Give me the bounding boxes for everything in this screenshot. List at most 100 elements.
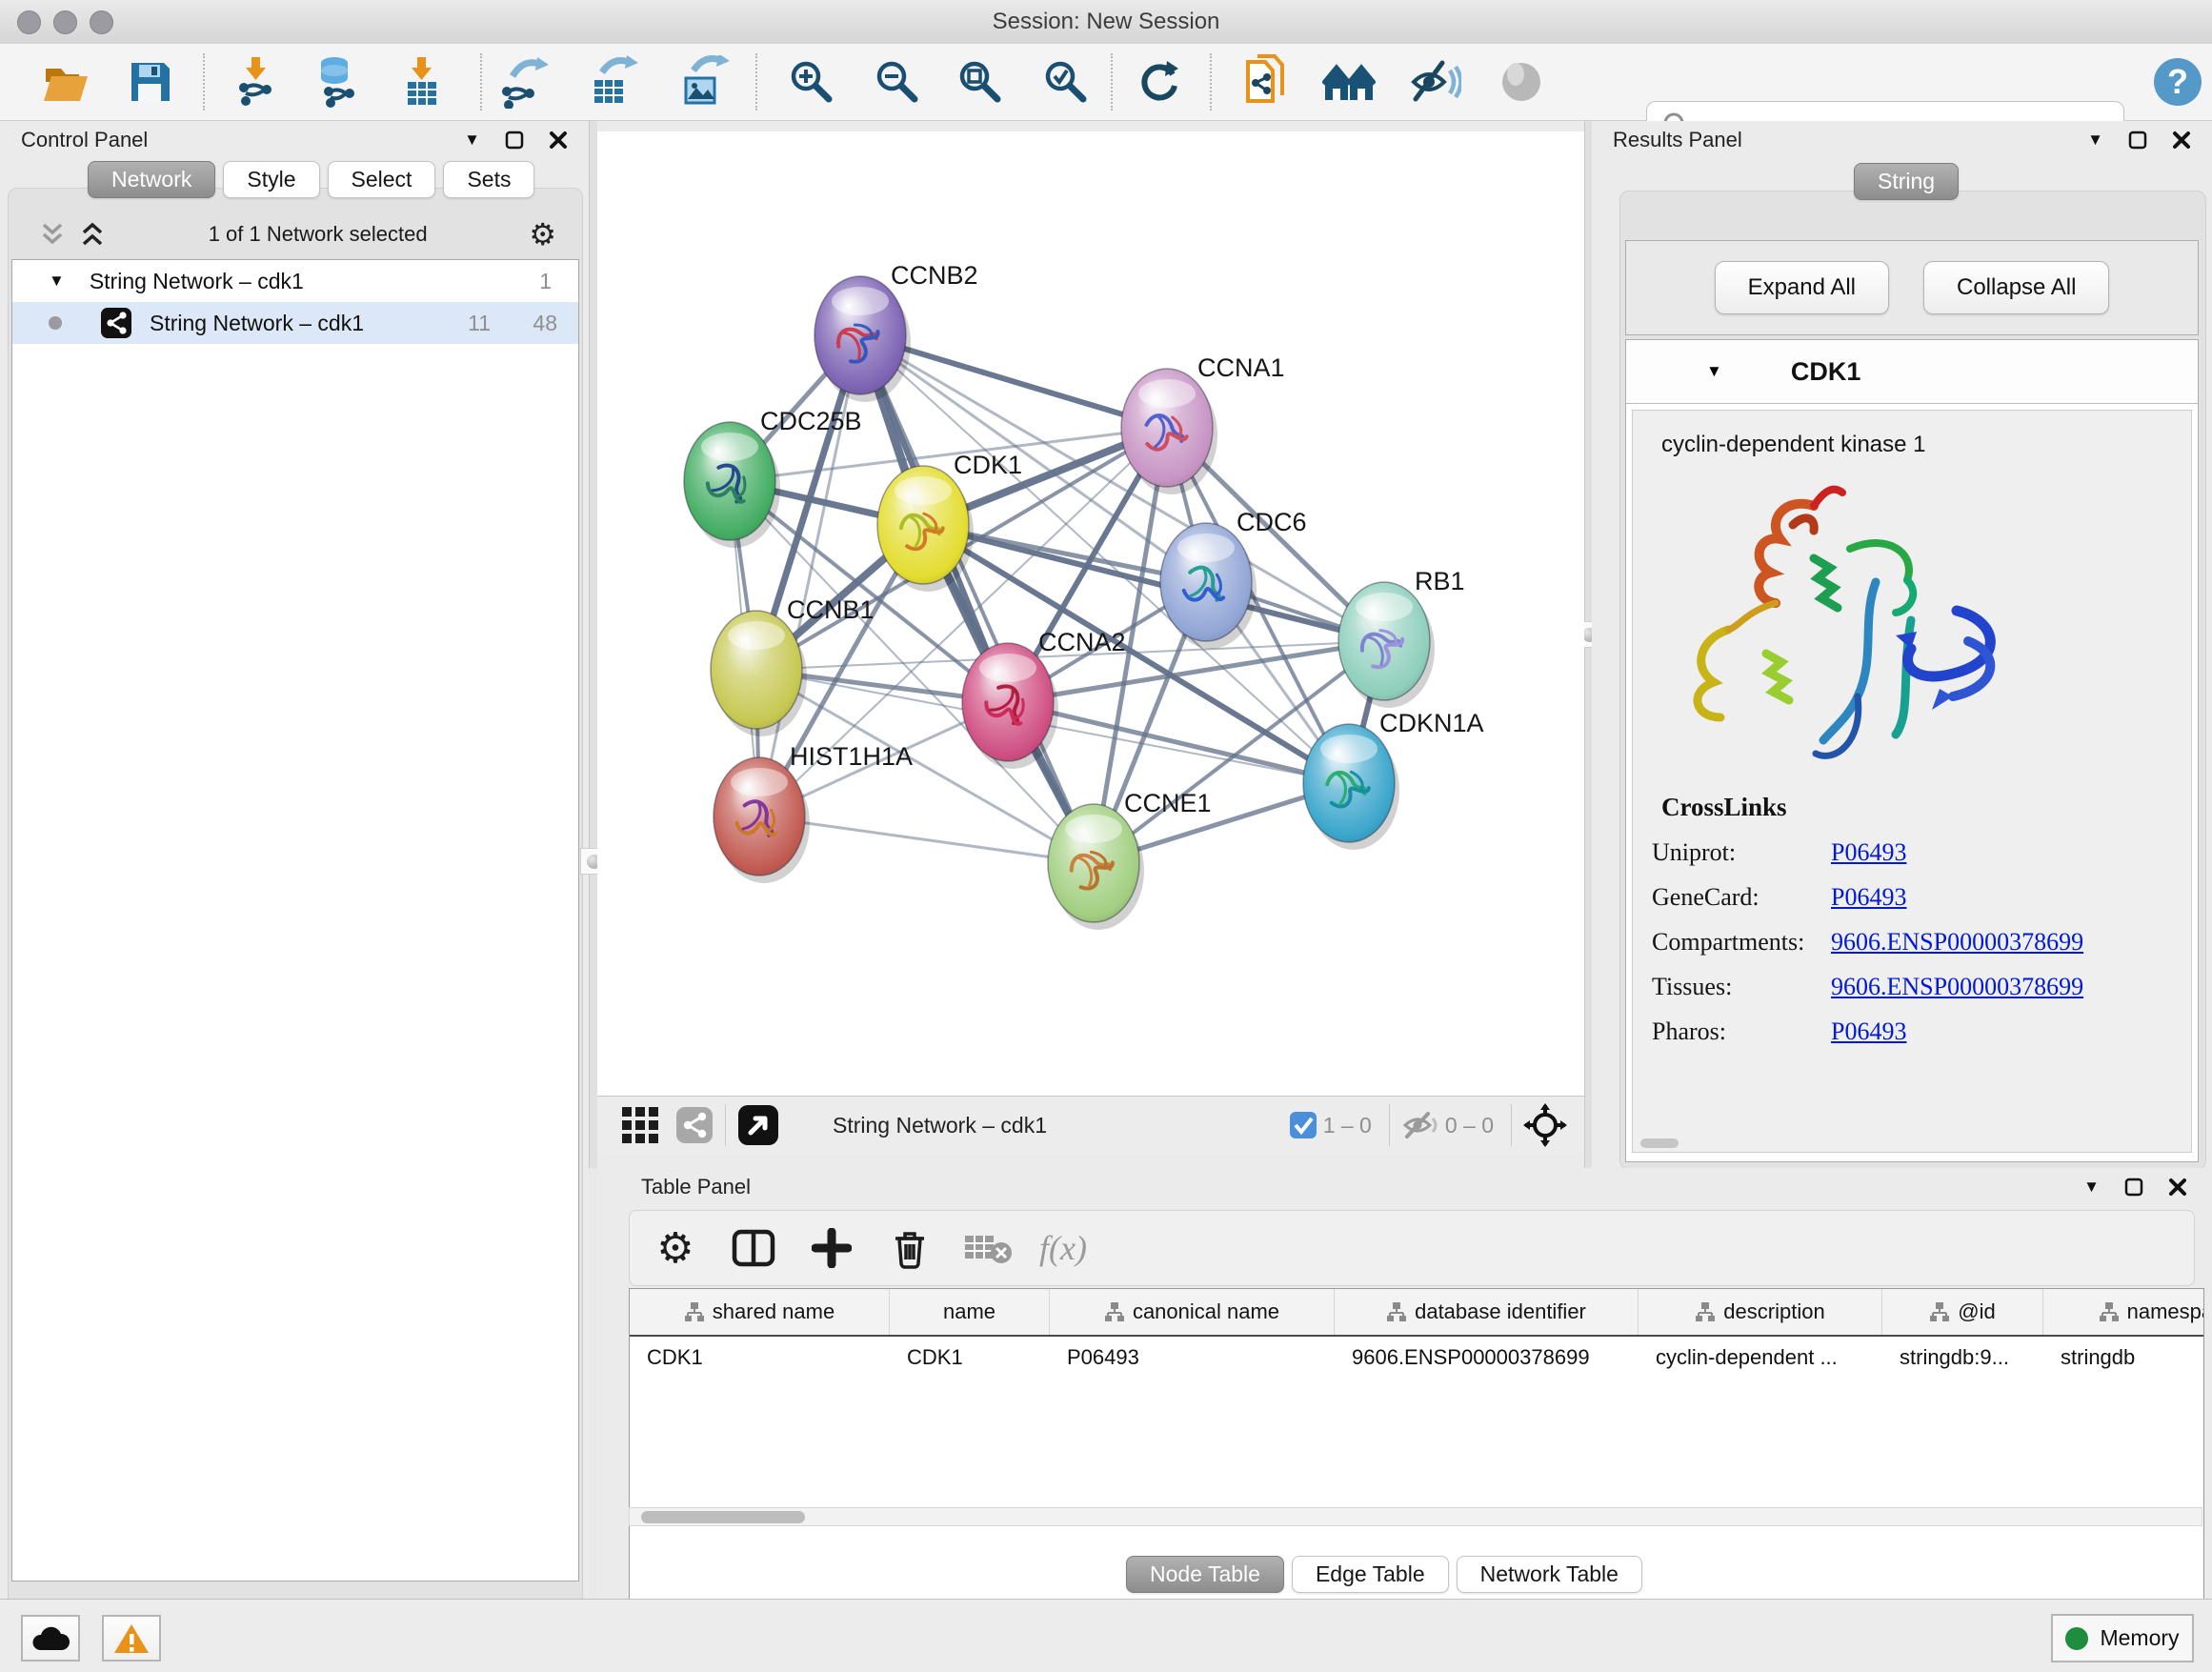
table-cell[interactable]: CDK1 — [890, 1337, 1050, 1379]
cloud-button[interactable] — [21, 1615, 80, 1662]
column-header-@id[interactable]: @id — [1882, 1289, 2043, 1335]
table-row[interactable]: CDK1CDK1P064939606.ENSP00000378699cyclin… — [630, 1337, 2203, 1379]
crosslink-row: Tissues:9606.ENSP00000378699 — [1633, 973, 2191, 1001]
open-session-icon[interactable] — [40, 55, 93, 109]
network-from-file-icon[interactable] — [1240, 55, 1294, 109]
import-network-file-icon[interactable] — [231, 55, 284, 109]
edge-CCNB2-CCNE1[interactable] — [860, 335, 1094, 863]
column-header-shared-name[interactable]: shared name — [630, 1289, 890, 1335]
zoom-fit-icon[interactable] — [954, 55, 1007, 109]
edge-CDK1-RB1[interactable] — [923, 525, 1384, 641]
zoom-selected-icon[interactable] — [1039, 55, 1093, 109]
node-CCNE1[interactable]: CCNE1 — [1048, 789, 1212, 930]
panel-close-icon[interactable] — [549, 131, 568, 150]
scrollbar-thumb[interactable] — [641, 1511, 805, 1523]
panel-menu-caret-icon[interactable]: ▼ — [2083, 1178, 2100, 1197]
node-HIST1H1A[interactable]: HIST1H1A — [714, 742, 913, 883]
tab-edge-table[interactable]: Edge Table — [1292, 1556, 1449, 1593]
tab-select[interactable]: Select — [328, 161, 436, 198]
toolbar-separator — [755, 53, 757, 111]
import-network-database-icon[interactable] — [312, 55, 365, 109]
node-CCNA2[interactable]: CCNA2 — [962, 628, 1126, 769]
save-session-icon[interactable] — [124, 55, 177, 109]
panel-float-icon[interactable] — [505, 131, 524, 150]
zoom-in-icon[interactable] — [785, 55, 838, 109]
node-CCNA1[interactable]: CCNA1 — [1121, 353, 1285, 494]
table-options-gear-icon[interactable]: ⚙ — [649, 1221, 702, 1275]
edge-CCNA2-CDKN1A[interactable] — [1008, 702, 1349, 783]
node-CCNB2[interactable]: CCNB2 — [814, 261, 978, 402]
export-table-icon[interactable] — [588, 55, 641, 109]
network-name: String Network – cdk1 — [833, 1113, 1047, 1138]
crosslink-link[interactable]: 9606.ENSP00000378699 — [1831, 973, 2083, 1001]
panel-close-icon[interactable] — [2172, 131, 2191, 150]
crosslink-link[interactable]: P06493 — [1831, 883, 1906, 912]
show-all-graphics-icon[interactable] — [1495, 55, 1548, 109]
tree-expander-icon[interactable]: ▼ — [49, 272, 65, 291]
control-panel-tabs: NetworkStyleSelectSets — [88, 161, 534, 198]
warnings-button[interactable] — [102, 1615, 161, 1662]
help-button[interactable]: ? — [2151, 55, 2204, 109]
table-horizontal-scrollbar[interactable] — [629, 1507, 2202, 1526]
crosslink-link[interactable]: 9606.ENSP00000378699 — [1831, 928, 2083, 957]
delete-column-icon[interactable] — [883, 1221, 936, 1275]
column-header-namespace[interactable]: namespace — [2043, 1289, 2204, 1335]
panel-float-icon[interactable] — [2124, 1178, 2143, 1197]
column-header-database-identifier[interactable]: database identifier — [1335, 1289, 1639, 1335]
expand-all-icon[interactable] — [78, 220, 107, 249]
results-scrollbar-thumb[interactable] — [1640, 1138, 1679, 1148]
table-cell[interactable]: 9606.ENSP00000378699 — [1335, 1337, 1639, 1379]
section-expander-icon[interactable]: ▼ — [1706, 362, 1722, 381]
crosslink-link[interactable]: P06493 — [1831, 1017, 1906, 1046]
tab-sets[interactable]: Sets — [443, 161, 534, 198]
memory-button[interactable]: Memory — [2051, 1614, 2194, 1662]
panel-close-icon[interactable] — [2168, 1178, 2187, 1197]
export-image-icon[interactable] — [679, 55, 733, 109]
string-panel-icon[interactable] — [675, 1106, 714, 1144]
table-cell[interactable]: P06493 — [1050, 1337, 1335, 1379]
network-options-gear-icon[interactable]: ⚙ — [529, 216, 556, 252]
collapse-all-icon[interactable] — [38, 220, 67, 249]
gene-section-header[interactable]: ▼ CDK1 — [1626, 340, 2198, 404]
node-RB1[interactable]: RB1 — [1338, 567, 1465, 708]
network-canvas[interactable]: CCNB2CCNA1CDC25BCDK1CDC6RB1CCNB1CCNA2CDK… — [597, 131, 1584, 1096]
column-header-canonical-name[interactable]: canonical name — [1050, 1289, 1335, 1335]
import-table-file-icon[interactable] — [396, 55, 450, 109]
fit-selected-crosshair-icon[interactable] — [1523, 1103, 1567, 1147]
expand-all-button[interactable]: Expand All — [1715, 261, 1889, 314]
show-columns-icon[interactable] — [727, 1221, 780, 1275]
tab-network-table[interactable]: Network Table — [1457, 1556, 1642, 1593]
add-column-icon[interactable] — [805, 1221, 858, 1275]
crosslink-link[interactable]: P06493 — [1831, 838, 1906, 867]
column-header-name[interactable]: name — [890, 1289, 1050, 1335]
panel-menu-caret-icon[interactable]: ▼ — [464, 131, 480, 150]
column-header-description[interactable]: description — [1639, 1289, 1882, 1335]
birdseye-grid-icon[interactable] — [620, 1105, 660, 1145]
delete-table-icon[interactable] — [961, 1221, 1015, 1275]
node-CDKN1A[interactable]: CDKN1A — [1303, 709, 1484, 850]
tab-node-table[interactable]: Node Table — [1126, 1556, 1284, 1593]
table-panel-title: Table Panel — [641, 1175, 751, 1199]
zoom-out-icon[interactable] — [871, 55, 924, 109]
panel-float-icon[interactable] — [2128, 131, 2147, 150]
function-builder-icon[interactable]: f(x) — [1039, 1228, 1087, 1268]
tab-style[interactable]: Style — [223, 161, 319, 198]
hidden-count: 0 – 0 — [1445, 1113, 1494, 1138]
export-network-icon[interactable] — [498, 55, 552, 109]
collapse-all-button[interactable]: Collapse All — [1923, 261, 2109, 314]
table-cell[interactable]: stringdb:9... — [1882, 1337, 2043, 1379]
network-collection-row[interactable]: ▼ String Network – cdk1 1 — [12, 260, 578, 302]
open-in-window-icon[interactable] — [737, 1104, 779, 1146]
tab-string[interactable]: String — [1854, 163, 1959, 200]
apply-layout-icon[interactable] — [1133, 55, 1186, 109]
tab-network[interactable]: Network — [88, 161, 215, 198]
table-cell[interactable]: cyclin-dependent ... — [1639, 1337, 1882, 1379]
table-cell[interactable]: CDK1 — [630, 1337, 890, 1379]
hide-selected-icon[interactable] — [1408, 55, 1461, 109]
table-cell[interactable]: stringdb — [2043, 1337, 2204, 1379]
first-neighbors-icon[interactable] — [1322, 55, 1376, 109]
node-CDC6[interactable]: CDC6 — [1160, 508, 1307, 649]
network-row[interactable]: String Network – cdk1 11 48 — [12, 302, 578, 344]
panel-menu-caret-icon[interactable]: ▼ — [2087, 131, 2103, 150]
selected-checkbox-icon[interactable] — [1289, 1111, 1317, 1139]
